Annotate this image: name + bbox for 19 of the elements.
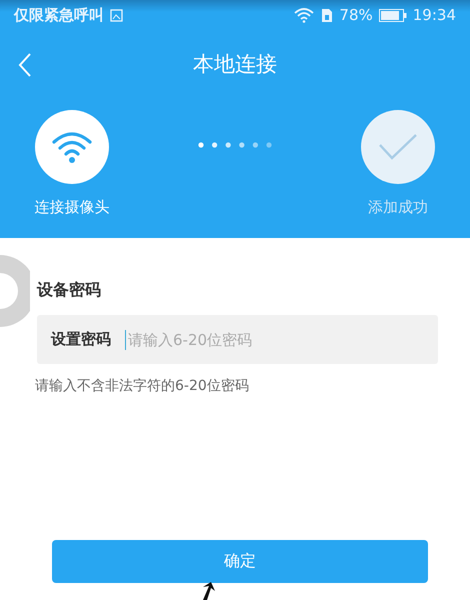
page-title: 本地连接 [193,51,277,78]
step-label: 连接摄像头 [34,198,110,217]
password-input[interactable]: 请输入6-20位密码 [125,330,438,350]
battery-icon [378,8,407,22]
carrier-text: 仅限紧急呼叫 [14,6,104,24]
field-label: 设置密码 [51,330,111,349]
clock-time: 19:34 [412,6,456,24]
hint-text: 请输入不含非法字符的6-20位密码 [35,377,250,395]
checkmark-icon [378,133,418,161]
sim-card-icon [321,8,334,22]
step-label: 添加成功 [368,198,428,217]
image-icon [110,8,123,22]
password-field[interactable]: 设置密码 请输入6-20位密码 [37,315,438,364]
progress-dots-icon [198,142,272,148]
section-heading: 设备密码 [37,280,102,301]
wifi-icon [51,130,93,164]
cursor-icon [203,582,215,600]
wifi-signal-icon [293,7,316,23]
battery-percent: 78% [339,6,373,24]
